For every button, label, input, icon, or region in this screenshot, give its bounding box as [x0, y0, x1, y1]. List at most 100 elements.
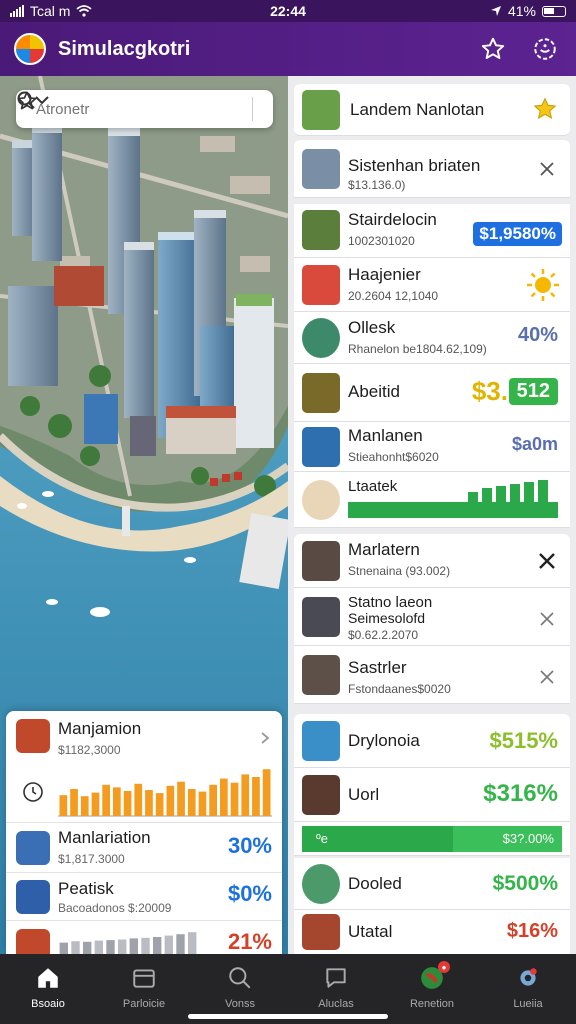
- progress-bar-chart: [348, 480, 558, 518]
- item-value: $a0m: [511, 434, 558, 454]
- favorites-button[interactable]: [476, 32, 510, 66]
- thumbnail: [302, 149, 340, 189]
- list-item[interactable]: Dooled $500%: [294, 858, 570, 910]
- chart-bar: [241, 774, 250, 816]
- chart-bar: [198, 791, 207, 816]
- chart-bar: [91, 792, 100, 816]
- settings-button[interactable]: [528, 32, 562, 66]
- list-item[interactable]: Ollesk Rhanelon be1804.62,109) 40%: [294, 312, 570, 364]
- close-icon[interactable]: [536, 608, 558, 630]
- tab-label: Vonss: [225, 998, 255, 1010]
- tab-home[interactable]: Bsoaio: [0, 954, 96, 1024]
- search-input[interactable]: [36, 100, 242, 118]
- avatar: [16, 880, 50, 914]
- item-value: $3.: [471, 376, 508, 406]
- item-name: Manjamion: [58, 719, 142, 738]
- settings-cog-icon: [534, 38, 556, 60]
- carrier-label: Tcal m: [30, 3, 71, 19]
- list-item[interactable]: Manlanen Stieahonht$6020 $a0m: [294, 422, 570, 472]
- list-item[interactable]: 21%: [6, 921, 282, 954]
- item-title: Statno laeon: [348, 594, 433, 611]
- chart-bar: [70, 789, 78, 816]
- item-sub: Fstondaanes$0020: [348, 682, 451, 696]
- item-sub: 1002301020: [348, 234, 415, 248]
- thumbnail: [302, 914, 340, 950]
- app-title: Simulacgkotri: [58, 37, 191, 60]
- results-list: Landem Nanlotan Sistenhan briaten $13.13…: [292, 80, 572, 954]
- chevron-down-icon[interactable]: [32, 90, 52, 110]
- chart-bar: [145, 790, 153, 816]
- tab-settings[interactable]: Lueiia: [480, 954, 576, 1024]
- item-sub: $1182,3000: [58, 743, 121, 757]
- progress-row: ºe $3?.00%: [294, 822, 570, 856]
- tools-icon[interactable]: [536, 550, 558, 572]
- progress-right-label: $3?.00%: [502, 831, 554, 846]
- close-icon[interactable]: [536, 158, 558, 180]
- list-item[interactable]: Landem Nanlotan: [294, 84, 570, 136]
- signal-icon: [10, 5, 24, 17]
- inbox-icon: [133, 969, 155, 988]
- item-title: Haajenier: [348, 265, 421, 284]
- avatar: [16, 929, 50, 954]
- chart-bar: [80, 796, 89, 816]
- item-title: Sastrler: [348, 658, 407, 677]
- list-item[interactable]: Stairdelocin 1002301020 $1,9580%: [294, 204, 570, 258]
- list-item[interactable]: Uorl $316%: [294, 768, 570, 822]
- star-badge-icon[interactable]: [532, 96, 558, 122]
- tab-notifications[interactable]: ● Renetion: [384, 954, 480, 1024]
- status-bar: Tcal m 22:44 41%: [0, 0, 576, 22]
- chart-bar: [71, 941, 80, 954]
- chart-bar: [188, 932, 197, 954]
- bar-chart-orange: [58, 769, 272, 817]
- tab-label: Aluclas: [318, 998, 354, 1010]
- chart-bar: [153, 937, 162, 954]
- item-name: Peatisk: [58, 879, 114, 898]
- item-sub: Rhanelon be1804.62,109): [348, 342, 487, 356]
- item-value: $515%: [489, 728, 558, 753]
- list-item[interactable]: Peatisk Bacoadonos $:20009 $0%: [6, 873, 282, 921]
- chart-bar: [94, 940, 103, 954]
- app-logo[interactable]: [14, 33, 46, 65]
- list-item[interactable]: Sastrler Fstondaanes$0020: [294, 646, 570, 704]
- item-title: Abeitid: [348, 382, 400, 401]
- list-item[interactable]: Manjamion $1182,3000: [6, 711, 282, 823]
- progress-left-label: ºe: [316, 831, 328, 846]
- thumbnail: [302, 373, 340, 413]
- search-icon: [229, 967, 251, 989]
- list-item[interactable]: Manlariation $1,817.3000 30%: [6, 823, 282, 873]
- item-title: Stairdelocin: [348, 210, 437, 229]
- wifi-icon: [76, 5, 93, 17]
- bar-chart-gray: [59, 932, 197, 954]
- tab-portfolio[interactable]: Parloicie: [96, 954, 192, 1024]
- sun-icon: [527, 269, 559, 301]
- chat-bubble-icon: [326, 968, 346, 988]
- chart-bar: [106, 940, 115, 954]
- list-item[interactable]: Drylonoia $515%: [294, 714, 570, 768]
- chart-bar: [59, 942, 68, 954]
- close-icon[interactable]: [536, 666, 558, 688]
- thumbnail: [302, 655, 340, 695]
- item-title: Uorl: [348, 785, 380, 804]
- list-item[interactable]: Haajenier 20.2604 12,1040: [294, 258, 570, 312]
- item-name: Manlariation: [58, 828, 151, 847]
- item-value: $0%: [227, 881, 272, 906]
- list-item[interactable]: Sistenhan briaten $13.136.0): [294, 140, 570, 198]
- chart-bar: [129, 938, 138, 954]
- chevron-right-icon[interactable]: [258, 731, 272, 745]
- app-header: Simulacgkotri: [0, 22, 576, 76]
- list-item[interactable]: Marlatern Stnenaina (93.002): [294, 534, 570, 588]
- item-title: Sistenhan briaten: [348, 156, 481, 175]
- chart-bar: [220, 778, 228, 816]
- list-item[interactable]: Abeitid $3. 512: [294, 364, 570, 422]
- thumbnail: [302, 480, 340, 520]
- list-item[interactable]: Statno laeon Seimesolofd $0.62.2.2070: [294, 588, 570, 646]
- star-outline-icon: [481, 37, 505, 59]
- item-title: Marlatern: [348, 540, 420, 559]
- list-item[interactable]: Ltaatek: [294, 472, 570, 528]
- item-sub: Bacoadonos $:20009: [58, 901, 172, 915]
- value-badge: 512: [508, 378, 558, 405]
- list-item[interactable]: Utatal $16%: [294, 910, 570, 954]
- item-value: 21%: [227, 929, 272, 954]
- notification-badge-icon: ●: [438, 961, 450, 973]
- chart-bar: [155, 793, 164, 816]
